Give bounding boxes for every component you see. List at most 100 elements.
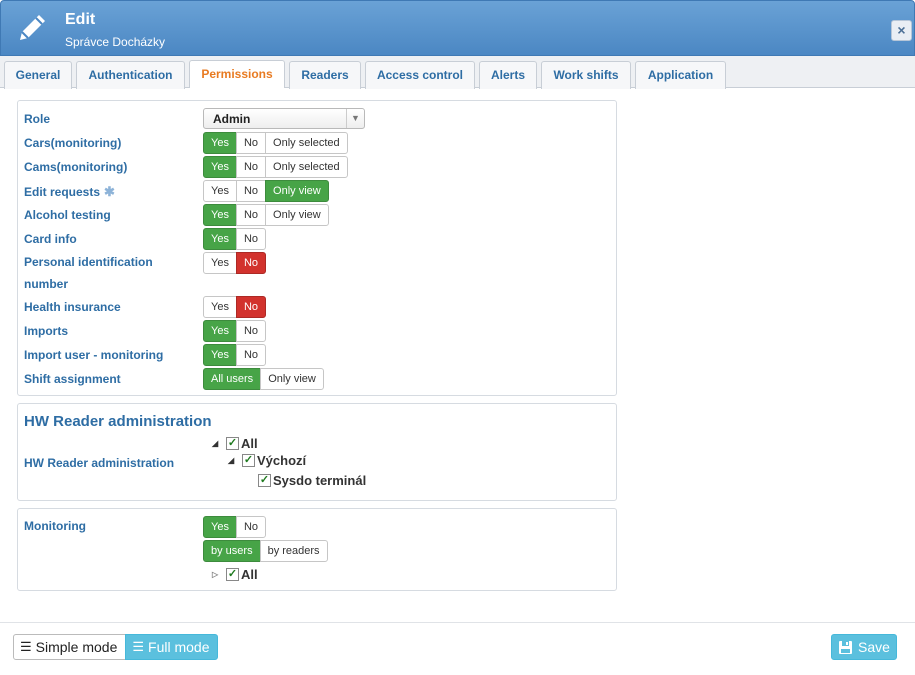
tab-work-shifts[interactable]: Work shifts (541, 61, 631, 89)
health-insurance-label: Health insurance (24, 300, 121, 314)
shift-all-users-button[interactable]: All users (203, 368, 262, 390)
by-readers-button[interactable]: by readers (259, 540, 328, 562)
alcohol-no-button[interactable]: No (235, 204, 267, 226)
footer-divider (0, 622, 915, 623)
hw-reader-panel: HW Reader administration HW Reader admin… (17, 403, 617, 501)
collapsed-triangle-icon[interactable]: ▷ (212, 570, 222, 579)
hw-reader-row-label: HW Reader administration (24, 456, 175, 470)
dialog-header: Edit Správce Docházky × (0, 0, 915, 56)
health-yes-button[interactable]: Yes (203, 296, 237, 318)
card-info-no-button[interactable]: No (235, 228, 267, 250)
monitoring-toggle: Yes No (203, 516, 267, 538)
edit-requests-yes-button[interactable]: Yes (203, 180, 237, 202)
monitoring-label: Monitoring (24, 519, 86, 533)
edit-requests-toggle: Yes No Only view (203, 180, 329, 202)
cams-no-button[interactable]: No (235, 156, 267, 178)
list-icon: ☰ (132, 639, 145, 654)
shift-assignment-label: Shift assignment (24, 372, 121, 386)
alcohol-yes-button[interactable]: Yes (203, 204, 237, 226)
save-label: Save (858, 639, 890, 655)
simple-mode-button[interactable]: ☰ Simple mode (13, 634, 127, 660)
tree-label-vychozi: Výchozí (257, 453, 307, 468)
imports-label: Imports (24, 324, 69, 338)
tab-readers[interactable]: Readers (289, 61, 361, 89)
cars-only-selected-button[interactable]: Only selected (265, 132, 348, 154)
role-label: Role (24, 112, 51, 126)
tab-authentication[interactable]: Authentication (76, 61, 185, 89)
tab-general[interactable]: General (4, 61, 72, 89)
checkbox-checked-icon[interactable]: ✓ (226, 568, 239, 581)
card-info-yes-button[interactable]: Yes (203, 228, 237, 250)
save-button[interactable]: Save (831, 634, 897, 660)
monitoring-tree-label-all: All (241, 567, 258, 582)
shift-only-view-button[interactable]: Only view (260, 368, 324, 390)
import-user-monitoring-label: Import user - monitoring (24, 348, 164, 362)
monitoring-mode-toggle: by users by readers (203, 540, 328, 562)
card-info-label: Card info (24, 232, 77, 246)
edit-requests-text: Edit requests (24, 185, 101, 199)
alcohol-only-view-button[interactable]: Only view (265, 204, 329, 226)
checkbox-checked-icon[interactable]: ✓ (242, 454, 255, 467)
personal-id-label-line2: number (24, 277, 69, 291)
cams-only-selected-button[interactable]: Only selected (265, 156, 348, 178)
tree-label-sysdo: Sysdo terminál (273, 473, 367, 488)
edit-requests-no-button[interactable]: No (235, 180, 267, 202)
checkbox-checked-icon[interactable]: ✓ (226, 437, 239, 450)
tab-bar: General Authentication Permissions Reade… (0, 56, 915, 89)
close-icon[interactable]: × (891, 20, 912, 41)
asterisk-icon: ✱ (104, 184, 115, 199)
role-select[interactable]: Admin ▼ (203, 108, 365, 129)
health-no-button[interactable]: No (235, 296, 267, 318)
full-mode-label: Full mode (148, 639, 210, 655)
full-mode-button[interactable]: ☰ Full mode (125, 634, 219, 660)
import-user-monitoring-toggle: Yes No (203, 344, 267, 366)
personal-id-yes-button[interactable]: Yes (203, 252, 237, 274)
by-users-button[interactable]: by users (203, 540, 261, 562)
cars-no-button[interactable]: No (235, 132, 267, 154)
shift-assignment-toggle: All users Only view (203, 368, 324, 390)
alcohol-testing-toggle: Yes No Only view (203, 204, 329, 226)
tab-alerts[interactable]: Alerts (479, 61, 537, 89)
personal-id-label: Personal identification (24, 255, 153, 269)
tab-access-control[interactable]: Access control (365, 61, 475, 89)
hw-reader-section-title: HW Reader administration (24, 413, 212, 430)
monitoring-no-button[interactable]: No (235, 516, 267, 538)
permissions-panel: Role Admin ▼ Cars(monitoring) Yes No Onl… (17, 100, 617, 396)
chevron-down-icon: ▼ (346, 109, 364, 128)
card-info-toggle: Yes No (203, 228, 267, 250)
pencil-icon (20, 15, 45, 40)
tree-node-all: ◢ ✓ All (212, 436, 258, 451)
imports-no-button[interactable]: No (235, 320, 267, 342)
tab-permissions[interactable]: Permissions (189, 60, 285, 88)
import-user-no-button[interactable]: No (235, 344, 267, 366)
expanded-triangle-icon[interactable]: ◢ (212, 439, 222, 448)
edit-requests-label: Edit requests ✱ (24, 184, 115, 200)
tab-application[interactable]: Application (635, 61, 726, 89)
imports-yes-button[interactable]: Yes (203, 320, 237, 342)
cams-monitoring-label: Cams(monitoring) (24, 160, 128, 174)
alcohol-testing-label: Alcohol testing (24, 208, 111, 222)
monitoring-tree-all: ▷ ✓ All (212, 567, 258, 582)
role-value: Admin (213, 112, 251, 126)
cams-monitoring-toggle: Yes No Only selected (203, 156, 348, 178)
list-icon: ☰ (20, 639, 32, 654)
cams-yes-button[interactable]: Yes (203, 156, 237, 178)
personal-id-toggle: Yes No (203, 252, 267, 274)
edit-requests-only-view-button[interactable]: Only view (265, 180, 329, 202)
checkbox-checked-icon[interactable]: ✓ (258, 474, 271, 487)
cars-yes-button[interactable]: Yes (203, 132, 237, 154)
import-user-yes-button[interactable]: Yes (203, 344, 237, 366)
imports-toggle: Yes No (203, 320, 267, 342)
mode-switch: ☰ Simple mode ☰ Full mode (13, 634, 219, 660)
monitoring-panel: Monitoring Yes No by users by readers ▷ … (17, 508, 617, 591)
simple-mode-label: Simple mode (35, 639, 118, 655)
cars-monitoring-toggle: Yes No Only selected (203, 132, 348, 154)
dialog-title: Edit (65, 11, 96, 28)
expanded-triangle-icon[interactable]: ◢ (228, 456, 238, 465)
dialog-subtitle: Správce Docházky (65, 35, 166, 49)
cars-monitoring-label: Cars(monitoring) (24, 136, 122, 150)
monitoring-yes-button[interactable]: Yes (203, 516, 237, 538)
tree-node-vychozi: ◢ ✓ Výchozí (228, 453, 306, 468)
floppy-disk-icon (839, 640, 853, 654)
personal-id-no-button[interactable]: No (235, 252, 267, 274)
